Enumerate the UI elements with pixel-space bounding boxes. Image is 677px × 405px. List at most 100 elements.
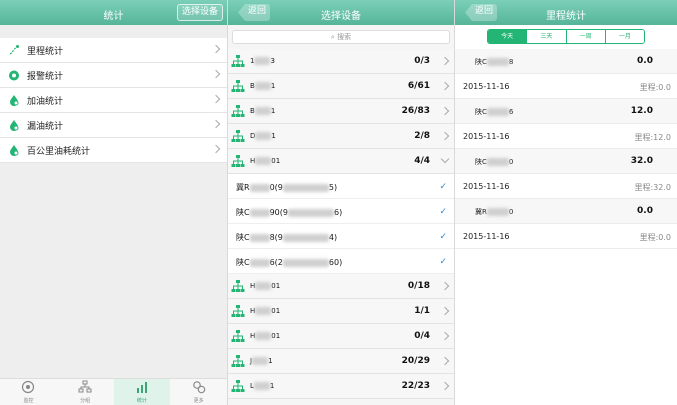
- vehicle-name: 冀R 0(9 5): [236, 182, 337, 193]
- menu-item-3[interactable]: 漏油统计: [0, 113, 227, 138]
- checkmark-icon: ✓: [439, 207, 447, 217]
- group-name-end: 1: [270, 82, 276, 90]
- mileage-value: 12.0: [630, 106, 653, 116]
- checkmark-icon: ✓: [439, 257, 447, 267]
- group-online-count: 20/29: [401, 356, 430, 366]
- chevron-right-icon: [440, 56, 450, 66]
- redacted-mask: [255, 157, 272, 165]
- group-online-count: 1/1: [414, 306, 430, 316]
- mileage-value: 32.0: [630, 156, 653, 166]
- statistics-screen: 统计 选择设备 里程统计 报警统计加油统计漏油统计百公里油耗统计 监控 分组 统计 更多: [0, 0, 227, 405]
- search-placeholder: 搜索: [337, 33, 352, 41]
- device-group-row[interactable]: L 1 22/23: [228, 374, 454, 399]
- search-icon: ⌕: [330, 33, 335, 41]
- vehicle-row[interactable]: 冀R 0(9 5) ✓: [228, 174, 454, 199]
- tab-more[interactable]: 更多: [170, 379, 227, 405]
- menu-item-label: 百公里油耗统计: [27, 146, 91, 157]
- group-name: H 01: [250, 307, 280, 315]
- date-label: 2015-11-16: [463, 82, 510, 91]
- daily-mileage: 里程:12.0: [634, 133, 671, 142]
- menu-item-1[interactable]: 报警统计: [0, 63, 227, 88]
- chevron-right-icon: [211, 69, 221, 79]
- device-group-row[interactable]: 1 3 0/3: [228, 49, 454, 74]
- redacted-mask: [252, 357, 269, 365]
- group-name-end: 01: [271, 282, 281, 290]
- group-name-end: 1: [268, 357, 273, 365]
- device-group-row[interactable]: B 1 26/83: [228, 99, 454, 124]
- group-name-end: 3: [270, 57, 275, 65]
- device-group-row[interactable]: H 01 1/1: [228, 299, 454, 324]
- chevron-down-icon: [440, 154, 450, 164]
- device-group-row[interactable]: H 01 0/4: [228, 324, 454, 349]
- redacted-mask: [255, 132, 272, 140]
- group-name-end: 01: [271, 307, 281, 315]
- vehicle-row[interactable]: 陕C 8(9 4) ✓: [228, 224, 454, 249]
- device-group-row[interactable]: H 01 0/18: [228, 274, 454, 299]
- vehicle-plate-prefix: 陕C: [236, 208, 250, 217]
- menu-item-2[interactable]: 加油统计: [0, 88, 227, 113]
- vehicle-plate-prefix: 冀R: [236, 183, 250, 192]
- stats-menu: 里程统计 报警统计加油统计漏油统计百公里油耗统计: [0, 38, 227, 163]
- vehicle-mileage-row[interactable]: 陕C 6 12.0: [455, 99, 677, 124]
- device-group-row[interactable]: D 1 2/8: [228, 124, 454, 149]
- segment-1[interactable]: 三天: [527, 30, 567, 43]
- vehicle-mileage-row[interactable]: 陕C 0 32.0: [455, 149, 677, 174]
- group-name-end: 01: [271, 332, 281, 340]
- mileage-value: 0.0: [637, 56, 653, 66]
- chevron-right-icon: [211, 94, 221, 104]
- redacted-mask: [249, 258, 270, 267]
- vehicle-row[interactable]: 陕C 6(2 60) ✓: [228, 249, 454, 274]
- vehicle-name: 陕C 90(9 6): [236, 207, 342, 218]
- redacted-mask: [282, 183, 329, 192]
- tab-label: 更多: [193, 398, 204, 404]
- vehicle-plate-middle: 90(9: [269, 208, 288, 217]
- header-bar: 统计 选择设备: [0, 0, 227, 25]
- daily-mileage: 里程:32.0: [634, 183, 671, 192]
- chevron-right-icon: [440, 106, 450, 116]
- header-bar: 返回 里程统计: [455, 0, 677, 25]
- select-device-button[interactable]: 选择设备: [176, 4, 223, 21]
- menu-item-label: 加油统计: [27, 96, 64, 107]
- menu-item-0[interactable]: 里程统计: [0, 38, 227, 63]
- group-online-count: 26/83: [401, 106, 430, 116]
- chevron-right-icon: [440, 281, 450, 291]
- segment-2[interactable]: 一周: [566, 30, 606, 43]
- vehicle-mileage-row[interactable]: 陕C 8 0.0: [455, 49, 677, 74]
- device-group-row[interactable]: H 01 4/4: [228, 149, 454, 174]
- redacted-mask: [255, 282, 272, 290]
- menu-item-label: 漏油统计: [27, 121, 64, 132]
- select-device-screen: 返回 选择设备 ⌕ 搜索 1 3 0/3 B 1 6/61 B 1 26/83 D 1 2/8 H 01 4…: [228, 0, 454, 405]
- mileage-value: 0.0: [637, 206, 653, 216]
- device-group-row[interactable]: J 1 20/29: [228, 349, 454, 374]
- group-name: L1: [250, 382, 274, 390]
- fuel-drop-icon: [8, 94, 20, 106]
- group-name-end: 1: [269, 382, 275, 390]
- page-title: 里程统计: [546, 11, 586, 22]
- search-input[interactable]: ⌕ 搜索: [232, 30, 450, 44]
- redacted-mask: [287, 208, 334, 217]
- redacted-mask: [255, 307, 272, 315]
- vehicle-plate-prefix: 陕C: [236, 258, 250, 267]
- tab-label: 监控: [23, 398, 34, 404]
- segment-0[interactable]: 今天: [488, 30, 528, 43]
- vehicle-plate-prefix: 陕C: [475, 58, 487, 66]
- vehicle-plate-suffix: 6): [333, 208, 343, 217]
- chevron-right-icon: [440, 356, 450, 366]
- tab-monitor[interactable]: 监控: [0, 379, 57, 405]
- vehicle-plate-prefix: 陕C: [236, 233, 250, 242]
- segment-3[interactable]: 一月: [605, 30, 644, 43]
- vehicle-row[interactable]: 陕C 90(9 6) ✓: [228, 199, 454, 224]
- group-online-count: 0/4: [414, 331, 430, 341]
- device-group-row[interactable]: B 1 6/61: [228, 74, 454, 99]
- group-name: B1: [250, 107, 275, 115]
- group-name: H 01: [250, 157, 280, 165]
- chart-icon: [135, 380, 149, 397]
- menu-item-4[interactable]: 百公里油耗统计: [0, 138, 227, 163]
- group-online-count: 2/8: [414, 131, 430, 141]
- tab-chart[interactable]: 统计: [113, 379, 171, 405]
- daily-mileage: 里程:0.0: [639, 233, 671, 242]
- redacted-mask: [255, 332, 272, 340]
- group-name: B1: [250, 82, 275, 90]
- vehicle-mileage-row[interactable]: 冀R 0 0.0: [455, 199, 677, 224]
- tab-group[interactable]: 分组: [57, 379, 114, 405]
